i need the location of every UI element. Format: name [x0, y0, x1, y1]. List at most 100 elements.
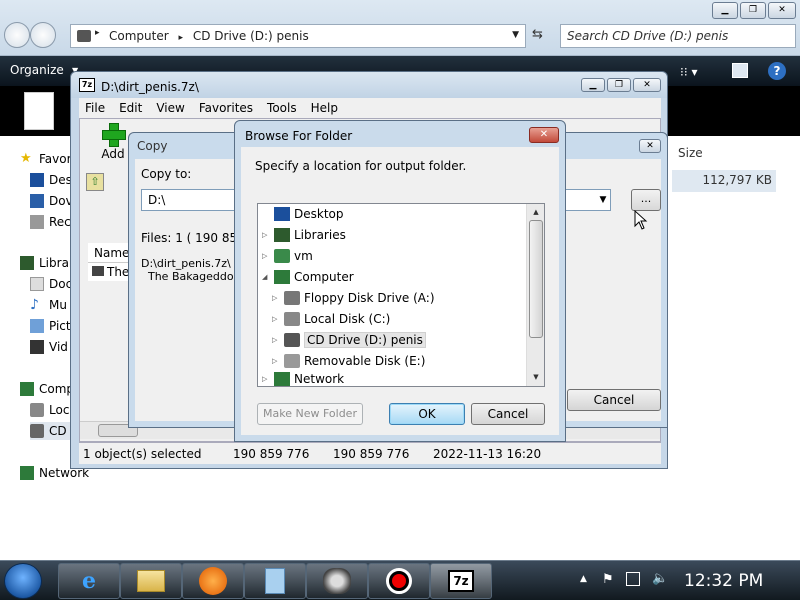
- tree-node-cd-drive[interactable]: ▷ CD Drive (D:) penis: [272, 330, 426, 350]
- sidebar-item-videos[interactable]: Vid: [30, 338, 68, 356]
- minimize-button[interactable]: ▁: [712, 2, 738, 19]
- add-button[interactable]: Add: [96, 123, 130, 163]
- scroll-up-icon[interactable]: ▲: [529, 205, 543, 219]
- tree-node-desktop[interactable]: Desktop: [262, 204, 344, 224]
- cd-drive-icon: [284, 333, 300, 347]
- tree-node-libraries[interactable]: ▷ Libraries: [262, 225, 346, 245]
- start-button[interactable]: [4, 563, 42, 599]
- sidebar-item-music[interactable]: ♪ Mu: [30, 296, 67, 314]
- volume-muted-icon[interactable]: 🔈: [652, 571, 668, 586]
- menu-tools[interactable]: Tools: [267, 101, 297, 115]
- scroll-down-icon[interactable]: ▼: [529, 370, 543, 384]
- address-bar[interactable]: ▸ Computer ▸ CD Drive (D:) penis ▼: [70, 24, 526, 48]
- music-icon: ♪: [30, 297, 39, 313]
- tree-node-removable[interactable]: ▷ Removable Disk (E:): [272, 351, 425, 371]
- expander-icon[interactable]: ▷: [272, 336, 280, 344]
- organize-button[interactable]: Organize: [10, 63, 64, 77]
- size-column-header[interactable]: Size: [678, 146, 703, 160]
- 7zip-menubar: File Edit View Favorites Tools Help: [79, 98, 661, 118]
- minimize-button[interactable]: ▁: [581, 78, 605, 92]
- sidebar-item-libraries[interactable]: Librar: [20, 254, 74, 272]
- removable-disk-icon: [284, 354, 300, 368]
- dropdown-arrow-icon[interactable]: ▼: [512, 30, 519, 40]
- file-icon: [92, 266, 104, 276]
- sidebar-item-favorites[interactable]: ★ Favor: [20, 150, 72, 168]
- sidebar-item-recent[interactable]: Rec: [30, 213, 71, 231]
- sidebar-item-documents[interactable]: Doc: [30, 275, 72, 293]
- taskbar-media-player[interactable]: [182, 563, 244, 599]
- menu-edit[interactable]: Edit: [119, 101, 142, 115]
- tree-node-computer[interactable]: ◢ Computer: [262, 267, 354, 287]
- tree-node-network[interactable]: ▷ Network: [262, 372, 344, 386]
- menu-favorites[interactable]: Favorites: [199, 101, 253, 115]
- close-button[interactable]: ✕: [529, 127, 559, 143]
- taskbar-raccoon-app[interactable]: [306, 563, 368, 599]
- menu-help[interactable]: Help: [311, 101, 338, 115]
- copy-cancel-button[interactable]: Cancel: [567, 389, 661, 411]
- refresh-icon[interactable]: ⇆: [532, 27, 543, 42]
- navigation-pane: ★ Favor Des Dov Rec Librar Doc ♪ Mu Pict V…: [0, 136, 89, 556]
- expander-icon[interactable]: ▷: [272, 357, 280, 365]
- network-status-icon[interactable]: [626, 572, 640, 586]
- action-center-flag-icon[interactable]: ⚑: [602, 572, 614, 587]
- close-button[interactable]: ✕: [639, 139, 661, 153]
- sidebar-item-pictures[interactable]: Pict: [30, 317, 71, 335]
- sidebar-item-computer[interactable]: Comp: [20, 380, 74, 398]
- raccoon-app-icon: [323, 568, 351, 594]
- browse-for-folder-dialog: Browse For Folder ✕ Specify a location f…: [234, 120, 566, 442]
- show-hidden-icons-icon[interactable]: ▲: [580, 574, 587, 584]
- breadcrumb-computer[interactable]: Computer: [109, 29, 169, 43]
- file-explorer-icon: [137, 570, 165, 592]
- maximize-button[interactable]: ❐: [607, 78, 631, 92]
- taskbar-7zip[interactable]: 7z: [430, 563, 492, 599]
- folder-up-icon[interactable]: ⇧: [86, 173, 104, 191]
- add-label: Add: [101, 147, 125, 161]
- sidebar-item-label: Loc: [49, 403, 70, 417]
- desktop-icon: [30, 173, 44, 187]
- taskbar-internet-explorer[interactable]: e: [58, 563, 120, 599]
- 7zip-statusbar: 1 object(s) selected 190 859 776 190 859…: [79, 442, 661, 464]
- ok-button[interactable]: OK: [389, 403, 465, 425]
- tree-node-vm[interactable]: ▷ vm: [262, 246, 313, 266]
- close-button[interactable]: ✕: [633, 78, 661, 92]
- taskbar-recorder[interactable]: [368, 563, 430, 599]
- expander-icon[interactable]: ▷: [262, 231, 270, 239]
- file-icon: [24, 92, 54, 130]
- scroll-thumb[interactable]: [529, 220, 543, 338]
- expander-icon[interactable]: ▷: [272, 315, 280, 323]
- search-input[interactable]: Search CD Drive (D:) penis: [560, 24, 796, 48]
- tree-scrollbar[interactable]: ▲ ▼: [526, 204, 544, 386]
- view-options-icon[interactable]: ⁝⁝ ▾: [680, 65, 697, 79]
- expander-icon[interactable]: ▷: [272, 294, 280, 302]
- window-controls: ▁ ❐ ✕: [712, 2, 798, 20]
- taskbar-notepad[interactable]: [244, 563, 306, 599]
- chevron-down-icon[interactable]: ▼: [595, 189, 611, 211]
- expander-icon[interactable]: ▷: [262, 252, 270, 260]
- breadcrumb-current[interactable]: CD Drive (D:) penis: [193, 29, 309, 43]
- tree-node-floppy[interactable]: ▷ Floppy Disk Drive (A:): [272, 288, 435, 308]
- menu-file[interactable]: File: [85, 101, 105, 115]
- close-button[interactable]: ✕: [768, 2, 796, 19]
- expander-icon[interactable]: ▷: [262, 375, 270, 383]
- help-icon[interactable]: ?: [768, 62, 786, 80]
- record-icon: [386, 568, 412, 594]
- taskbar-file-explorer[interactable]: [120, 563, 182, 599]
- forward-button[interactable]: [30, 22, 56, 48]
- menu-view[interactable]: View: [156, 101, 184, 115]
- archive-path: D:\dirt_penis.7z\ The Bakageddon.: [141, 257, 245, 283]
- browse-button[interactable]: ...: [631, 189, 661, 211]
- cancel-button[interactable]: Cancel: [471, 403, 545, 425]
- sidebar-item-label: Favor: [39, 152, 72, 166]
- tree-node-local-disk[interactable]: ▷ Local Disk (C:): [272, 309, 390, 329]
- make-new-folder-button[interactable]: Make New Folder: [257, 403, 363, 425]
- sidebar-item-local-disk[interactable]: Loc: [30, 401, 69, 419]
- sidebar-item-downloads[interactable]: Dov: [30, 192, 73, 210]
- libraries-icon: [20, 256, 34, 270]
- status-modified: 2022-11-13 16:20: [433, 447, 542, 461]
- preview-pane-icon[interactable]: [732, 63, 748, 78]
- sidebar-item-desktop[interactable]: Des: [30, 171, 72, 189]
- expander-icon[interactable]: ◢: [262, 273, 270, 281]
- back-button[interactable]: [4, 22, 30, 48]
- maximize-button[interactable]: ❐: [740, 2, 766, 19]
- taskbar-clock[interactable]: 12:32 PM: [684, 571, 763, 591]
